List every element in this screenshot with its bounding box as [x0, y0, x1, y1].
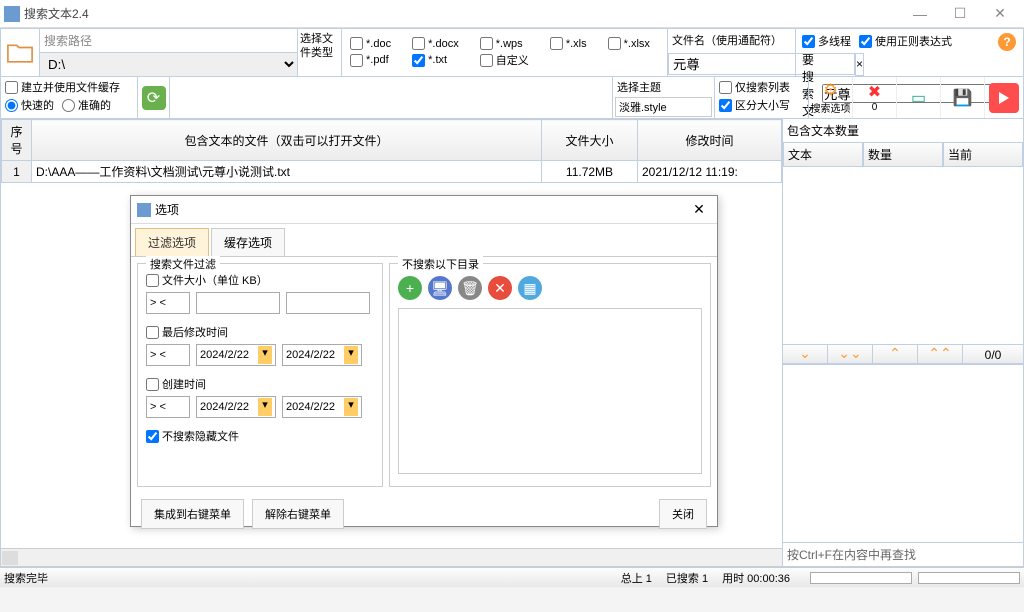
title-bar: 搜索文本2.4 — ☐ ✕	[0, 0, 1024, 28]
fieldset-exclude: 不搜索以下目录 + 🖥 🗑 ✕ ▦	[389, 263, 711, 487]
size-max[interactable]	[286, 292, 370, 314]
chk-xls[interactable]	[550, 37, 563, 50]
ctime-range[interactable]	[146, 396, 190, 418]
folder-icon[interactable]	[1, 29, 39, 76]
search-options-button[interactable]: ⚙搜索选项	[809, 77, 853, 118]
help-icon[interactable]: ?	[998, 33, 1016, 51]
dialog-title: 选项	[155, 201, 687, 218]
col-text[interactable]: 文本	[783, 142, 863, 167]
chk-ctime[interactable]	[146, 378, 159, 391]
chk-wps[interactable]	[480, 37, 493, 50]
chk-doc[interactable]	[350, 37, 363, 50]
size-range[interactable]	[146, 292, 190, 314]
chk-only-list[interactable]	[719, 81, 732, 94]
maximize-button[interactable]: ☐	[940, 5, 980, 22]
col-num[interactable]: 序号	[2, 120, 32, 161]
trash-icon[interactable]: 🗑	[458, 276, 482, 300]
path-label: 搜索路径	[40, 29, 297, 53]
ctime-from[interactable]: 2024/2/22▾	[196, 396, 276, 418]
col-curr[interactable]: 当前	[943, 142, 1023, 167]
tab-filter[interactable]: 过滤选项	[135, 228, 209, 256]
mtime-range[interactable]	[146, 344, 190, 366]
right-body	[783, 167, 1023, 344]
filename-label: 文件名（使用通配符）	[668, 29, 795, 53]
integrate-button[interactable]: 集成到右键菜单	[141, 499, 244, 529]
col-count[interactable]: 数量	[863, 142, 943, 167]
mtime-from[interactable]: 2024/2/22▾	[196, 344, 276, 366]
exclude-list[interactable]	[398, 308, 702, 474]
minimize-button[interactable]: —	[900, 6, 940, 22]
clear-button[interactable]: ✖0	[853, 77, 897, 118]
close-dialog-button[interactable]: 关闭	[659, 499, 707, 529]
filetype-label: 选择文件类型	[297, 29, 341, 76]
close-button[interactable]: ✕	[980, 5, 1020, 22]
secondary-toolbar: 建立并使用文件缓存 快速的 准确的 ⟳ 选择主题 仅搜索列表 区分大小写 ⚙搜索…	[0, 77, 1024, 119]
start-search-button[interactable]	[985, 77, 1023, 118]
chk-regex[interactable]	[859, 35, 872, 48]
save-button[interactable]: 💾	[941, 77, 985, 118]
nav-down-icon[interactable]: ⌄	[783, 345, 828, 363]
progress-bar-1	[810, 572, 912, 584]
remove-button[interactable]: ✕	[488, 276, 512, 300]
chk-txt[interactable]	[412, 54, 425, 67]
status-message: 搜索完毕	[4, 570, 48, 586]
window-title: 搜索文本2.4	[24, 5, 900, 22]
chk-hidden[interactable]	[146, 430, 159, 443]
horizontal-scrollbar[interactable]	[1, 548, 782, 566]
nav-double-down-icon[interactable]: ⌄⌄	[828, 345, 873, 363]
chk-mtime[interactable]	[146, 326, 159, 339]
chk-filesize[interactable]	[146, 274, 159, 287]
radio-fast[interactable]	[5, 99, 18, 112]
remove-integrate-button[interactable]: 解除右键菜单	[252, 499, 344, 529]
path-select[interactable]: D:\	[40, 53, 297, 76]
grid-button[interactable]: ▦	[518, 276, 542, 300]
size-min[interactable]	[196, 292, 280, 314]
col-mtime[interactable]: 修改时间	[638, 120, 782, 161]
chk-custom[interactable]	[480, 54, 493, 67]
progress-bar-2	[918, 572, 1020, 584]
chk-docx[interactable]	[412, 37, 425, 50]
filetype-grid: *.doc *.docx *.wps *.xls *.xlsx *.pdf *.…	[341, 29, 667, 76]
nav-count: 0/0	[963, 345, 1023, 363]
nav-double-up-icon[interactable]: ⌃⌃	[918, 345, 963, 363]
main-toolbar: 搜索路径 D:\ 选择文件类型 *.doc *.docx *.wps *.xls…	[0, 28, 1024, 77]
theme-label: 选择主题	[613, 77, 714, 97]
chk-multithread[interactable]	[802, 35, 815, 48]
radio-accurate[interactable]	[62, 99, 75, 112]
col-file[interactable]: 包含文本的文件（双击可以打开文件）	[32, 120, 542, 161]
mtime-to[interactable]: 2024/2/22▾	[282, 344, 362, 366]
chk-xlsx[interactable]	[608, 37, 621, 50]
chk-build-cache[interactable]	[5, 81, 18, 94]
content-area	[783, 364, 1023, 542]
app-icon	[4, 6, 20, 22]
dialog-icon	[137, 203, 151, 217]
ctime-to[interactable]: 2024/2/22▾	[282, 396, 362, 418]
nav-up-icon[interactable]: ⌃	[873, 345, 918, 363]
add-dir-button[interactable]: +	[398, 276, 422, 300]
fieldset-filter: 搜索文件过滤 文件大小（单位 KB） 最后修改时间 2024/2/22▾ 202…	[137, 263, 383, 487]
monitor-icon[interactable]: 🖥	[428, 276, 452, 300]
find-hint: 按Ctrl+F在内容中再查找	[783, 542, 1023, 566]
chk-pdf[interactable]	[350, 54, 363, 67]
table-row[interactable]: 1 D:\AAA——工作资料\文档测试\元尊小说测试.txt 11.72MB 2…	[2, 161, 782, 183]
chk-case[interactable]	[719, 99, 732, 112]
right-header: 包含文本数量	[783, 119, 1023, 142]
options-dialog: 选项 ✕ 过滤选项 缓存选项 搜索文件过滤 文件大小（单位 KB） 最后修改时间…	[130, 195, 718, 527]
status-bar: 搜索完毕 总上 1 已搜索 1 用时 00:00:36	[0, 567, 1024, 587]
refresh-button[interactable]: ⟳	[137, 77, 169, 118]
dialog-close-button[interactable]: ✕	[687, 201, 711, 218]
tab-cache[interactable]: 缓存选项	[211, 228, 285, 256]
open-button[interactable]: ▭	[897, 77, 941, 118]
col-size[interactable]: 文件大小	[542, 120, 638, 161]
theme-input[interactable]	[615, 97, 712, 117]
